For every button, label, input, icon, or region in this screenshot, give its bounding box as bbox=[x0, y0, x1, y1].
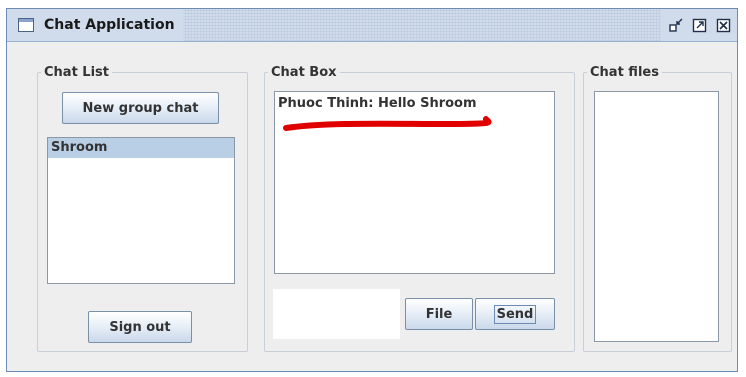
chat-box-legend: Chat Box bbox=[271, 65, 337, 80]
sign-out-button[interactable]: Sign out bbox=[88, 311, 192, 343]
red-annotation-underline bbox=[283, 116, 492, 131]
chat-message-area[interactable]: Phuoc Thinh: Hello Shroom bbox=[274, 91, 555, 274]
minimize-icon[interactable] bbox=[667, 16, 685, 34]
chat-message-text: Phuoc Thinh: Hello Shroom bbox=[278, 96, 477, 111]
chat-message: Phuoc Thinh: Hello Shroom bbox=[278, 96, 551, 131]
title-bar[interactable]: Chat Application bbox=[7, 9, 737, 42]
file-button[interactable]: File bbox=[405, 298, 473, 330]
maximize-icon[interactable] bbox=[691, 16, 709, 34]
window-icon bbox=[18, 18, 34, 32]
send-button[interactable]: Send bbox=[475, 298, 555, 330]
chat-list-item-label: Shroom bbox=[51, 140, 108, 155]
chat-list[interactable]: Shroom bbox=[47, 137, 235, 284]
chat-list-legend: Chat List bbox=[44, 65, 109, 80]
chat-application-window: Chat Application Chat List New group cha… bbox=[6, 8, 738, 372]
close-icon[interactable] bbox=[715, 16, 733, 34]
message-input[interactable] bbox=[273, 289, 400, 339]
chat-files-list[interactable] bbox=[594, 91, 719, 342]
new-group-chat-button[interactable]: New group chat bbox=[62, 92, 219, 124]
send-button-label: Send bbox=[493, 304, 537, 324]
chat-files-legend: Chat files bbox=[590, 65, 659, 80]
list-item[interactable]: Shroom bbox=[48, 138, 234, 158]
window-title: Chat Application bbox=[44, 17, 175, 33]
